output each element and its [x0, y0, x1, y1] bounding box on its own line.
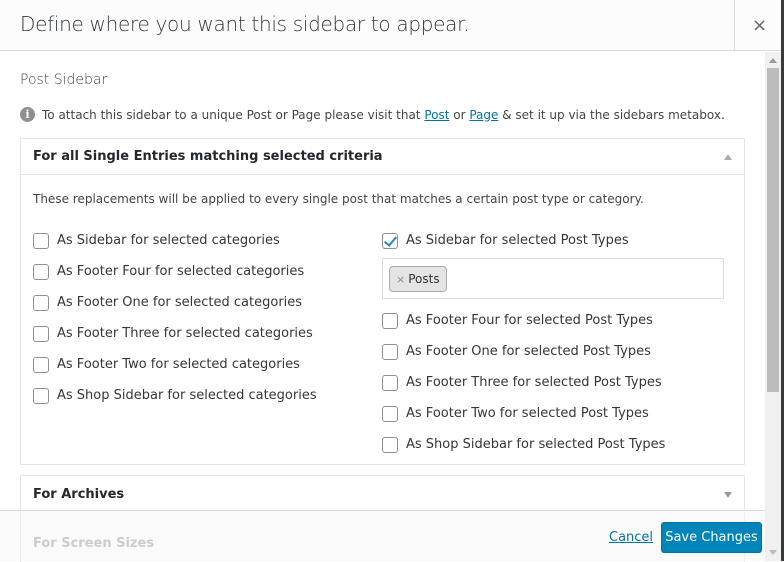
checkbox-label: As Footer Four for selected Post Types	[406, 313, 653, 328]
sidebar-location-modal: Define where you want this sidebar to ap…	[0, 0, 784, 562]
info-text-prefix: To attach this sidebar to a unique Post …	[42, 107, 421, 122]
selected-tag: × Posts	[389, 266, 447, 292]
checkbox-label: As Footer Three for selected categories	[57, 326, 313, 341]
panel-description: These replacements will be applied to ev…	[33, 192, 644, 206]
scroll-thumb[interactable]	[767, 68, 779, 392]
checkbox-unchecked[interactable]	[33, 387, 49, 404]
checkbox-label: As Footer Two for selected Post Types	[406, 406, 649, 421]
archives-panel: For Archives	[20, 475, 745, 510]
post-link[interactable]: Post	[424, 108, 449, 122]
checkbox-option[interactable]: As Sidebar for selected Post Types	[382, 225, 724, 256]
close-icon: ×	[751, 15, 768, 36]
modal-title: Define where you want this sidebar to ap…	[20, 12, 470, 36]
info-icon: i	[20, 107, 35, 122]
categories-column: As Sidebar for selected categories As Foo…	[33, 225, 317, 411]
post-types-column: As Sidebar for selected Post Types × Posts…	[382, 225, 724, 460]
checkbox-option[interactable]: As Footer Two for selected categories	[33, 349, 317, 380]
remove-tag-icon[interactable]: ×	[396, 273, 405, 286]
checkbox-option[interactable]: As Footer Four for selected categories	[33, 256, 317, 287]
post-types-select[interactable]: × Posts	[382, 258, 724, 299]
checkbox-unchecked[interactable]	[382, 343, 398, 360]
info-text-middle: or	[449, 107, 470, 122]
modal-footer: For Screen Sizes Cancel Save Changes	[0, 510, 765, 562]
scroll-up-arrow-icon[interactable]	[769, 58, 777, 63]
checkbox-label: As Footer Four for selected categories	[57, 264, 305, 279]
checkbox-label: As Shop Sidebar for selected Post Types	[406, 437, 666, 452]
checkbox-option[interactable]: As Footer Two for selected Post Types	[382, 398, 724, 429]
panel-title: For all Single Entries matching selected…	[33, 149, 383, 164]
checkbox-unchecked[interactable]	[382, 436, 398, 453]
checkbox-unchecked[interactable]	[33, 356, 49, 373]
checkbox-option[interactable]: As Footer One for selected categories	[33, 287, 317, 318]
vertical-scrollbar[interactable]	[765, 52, 781, 561]
checkbox-option[interactable]: As Footer Four for selected Post Types	[382, 305, 724, 336]
info-notice: i To attach this sidebar to a unique Pos…	[20, 107, 725, 122]
checkbox-unchecked[interactable]	[33, 294, 49, 311]
screen-sizes-panel-title: For Screen Sizes	[33, 536, 155, 551]
checkbox-label: As Footer Two for selected categories	[57, 357, 300, 372]
checkbox-option[interactable]: As Footer One for selected Post Types	[382, 336, 724, 367]
info-text-suffix: & set it up via the sidebars metabox.	[498, 107, 725, 122]
checkbox-label: As Footer One for selected Post Types	[406, 344, 651, 359]
checkbox-unchecked[interactable]	[382, 374, 398, 391]
modal-header: Define where you want this sidebar to ap…	[0, 0, 784, 51]
expand-arrow-icon[interactable]	[724, 492, 732, 498]
modal-body: Post Sidebar i To attach this sidebar to…	[0, 52, 765, 510]
checkbox-option[interactable]: As Sidebar for selected categories	[33, 225, 317, 256]
checkbox-unchecked[interactable]	[382, 405, 398, 422]
checkbox-label: As Footer Three for selected Post Types	[406, 375, 662, 390]
checkbox-unchecked[interactable]	[33, 263, 49, 280]
checkbox-label: As Footer One for selected categories	[57, 295, 303, 310]
checkbox-option[interactable]: As Shop Sidebar for selected Post Types	[382, 429, 724, 460]
single-entries-panel: For all Single Entries matching selected…	[20, 138, 745, 465]
tag-label: Posts	[408, 272, 440, 286]
checkbox-option[interactable]: As Shop Sidebar for selected categories	[33, 380, 317, 411]
close-button[interactable]: ×	[734, 0, 784, 51]
panel-title: For Archives	[33, 487, 125, 502]
page-link[interactable]: Page	[469, 108, 498, 122]
checkbox-unchecked[interactable]	[33, 232, 49, 249]
checkbox-label: As Sidebar for selected categories	[57, 233, 280, 248]
single-entries-panel-header[interactable]: For all Single Entries matching selected…	[21, 139, 744, 175]
section-title: Post Sidebar	[20, 72, 108, 88]
checkbox-unchecked[interactable]	[382, 312, 398, 329]
scroll-down-arrow-icon[interactable]	[769, 550, 777, 555]
checkbox-unchecked[interactable]	[33, 325, 49, 342]
cancel-button[interactable]: Cancel	[609, 530, 653, 545]
checkbox-checked[interactable]	[382, 232, 398, 249]
archives-panel-header[interactable]: For Archives	[21, 476, 744, 510]
checkbox-option[interactable]: As Footer Three for selected Post Types	[382, 367, 724, 398]
collapse-arrow-icon[interactable]	[724, 154, 732, 160]
save-changes-button[interactable]: Save Changes	[661, 522, 762, 553]
checkbox-label: As Shop Sidebar for selected categories	[57, 388, 317, 403]
checkbox-label: As Sidebar for selected Post Types	[406, 233, 629, 248]
checkbox-option[interactable]: As Footer Three for selected categories	[33, 318, 317, 349]
